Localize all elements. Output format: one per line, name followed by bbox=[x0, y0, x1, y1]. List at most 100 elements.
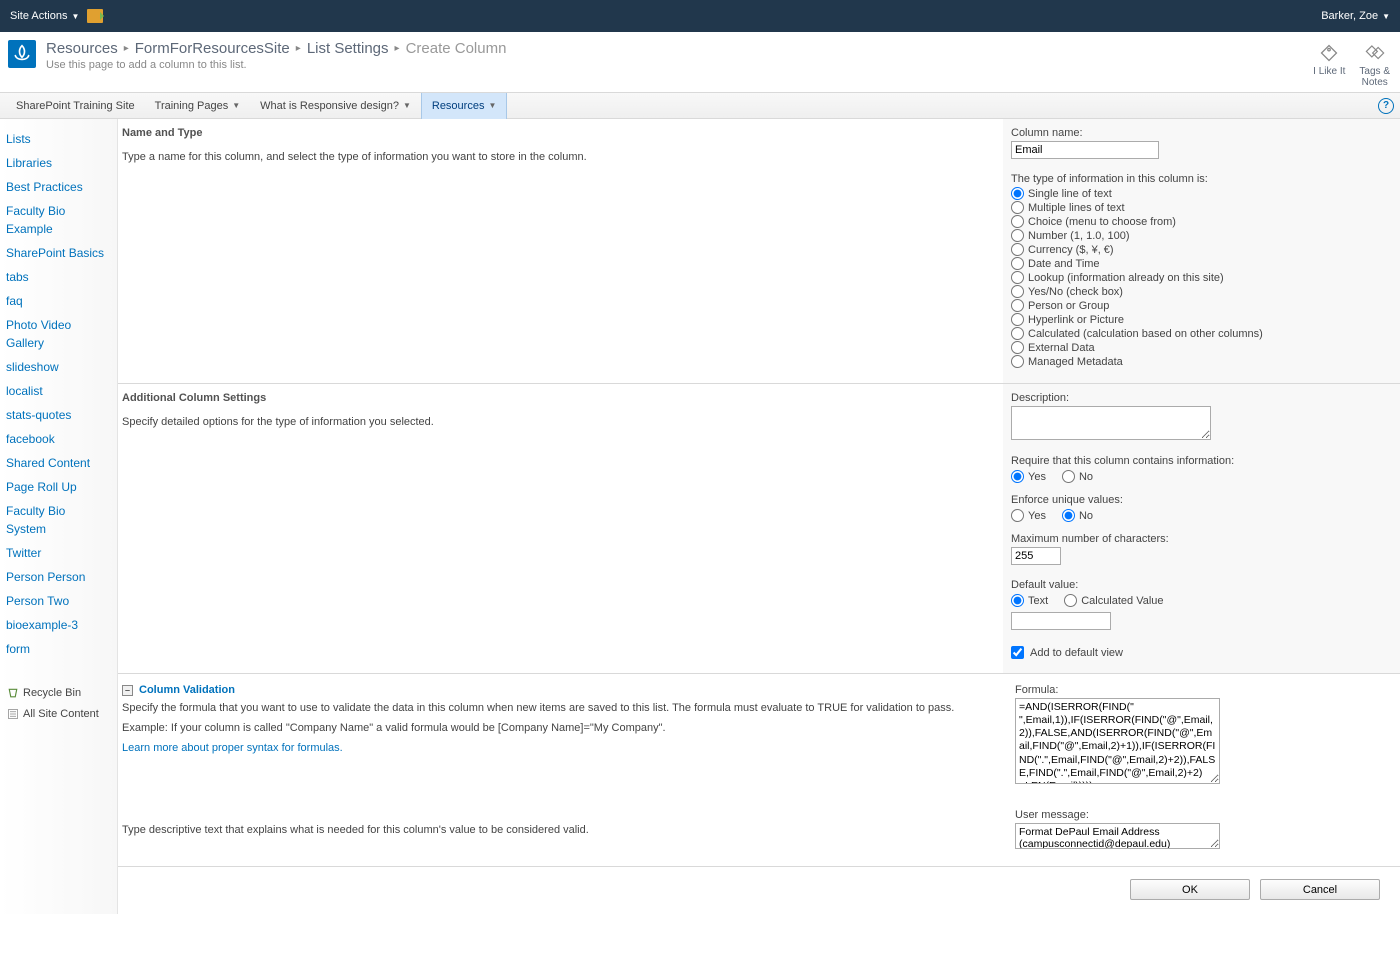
topnav-item[interactable]: SharePoint Training Site bbox=[6, 93, 145, 119]
column-validation-toggle[interactable]: – Column Validation bbox=[122, 684, 997, 696]
recycle-bin-icon bbox=[6, 687, 19, 700]
site-actions-menu[interactable]: Site Actions ▼ bbox=[10, 10, 79, 22]
column-type-option[interactable]: Single line of text bbox=[1011, 187, 1390, 200]
syntax-help-link[interactable]: Learn more about proper syntax for formu… bbox=[122, 742, 343, 754]
leftnav-item[interactable]: SharePoint Basics bbox=[6, 241, 107, 265]
leftnav-item[interactable]: Page Roll Up bbox=[6, 475, 107, 499]
topnav-item[interactable]: Training Pages▼ bbox=[145, 93, 251, 119]
max-chars-label: Maximum number of characters: bbox=[1011, 533, 1390, 545]
unique-yes-option[interactable]: Yes bbox=[1011, 509, 1046, 522]
section-desc: Specify detailed options for the type of… bbox=[122, 416, 993, 428]
default-calc-option[interactable]: Calculated Value bbox=[1064, 594, 1163, 607]
page-description: Use this page to add a column to this li… bbox=[46, 59, 1313, 71]
leftnav-item[interactable]: facebook bbox=[6, 427, 107, 451]
i-like-it-button[interactable]: I Like It bbox=[1313, 42, 1345, 88]
chevron-right-icon: ▸ bbox=[296, 43, 301, 54]
max-chars-input[interactable] bbox=[1011, 547, 1061, 565]
column-type-option[interactable]: Managed Metadata bbox=[1011, 355, 1390, 368]
user-menu[interactable]: Barker, Zoe ▼ bbox=[1321, 10, 1390, 22]
leftnav-item[interactable]: Best Practices bbox=[6, 175, 107, 199]
topnav-item-active[interactable]: Resources▼ bbox=[421, 93, 508, 119]
help-icon[interactable]: ? bbox=[1378, 98, 1394, 114]
validation-desc: Specify the formula that you want to use… bbox=[122, 702, 997, 714]
formula-label: Formula: bbox=[1015, 684, 1380, 696]
validation-example: Example: If your column is called "Compa… bbox=[122, 722, 997, 734]
tag-icon bbox=[1313, 42, 1345, 64]
user-message-label: User message: bbox=[1015, 809, 1380, 821]
recycle-bin-link[interactable]: Recycle Bin bbox=[6, 683, 107, 704]
ribbon-label: I Like It bbox=[1313, 66, 1345, 77]
leftnav-item[interactable]: Faculty Bio Example bbox=[6, 199, 107, 241]
leftnav-item[interactable]: Photo Video Gallery bbox=[6, 313, 107, 355]
column-name-label: Column name: bbox=[1011, 127, 1390, 139]
user-message-desc: Type descriptive text that explains what… bbox=[122, 824, 997, 836]
breadcrumb: Resources ▸ FormForResourcesSite ▸ List … bbox=[46, 40, 1313, 71]
breadcrumb-link[interactable]: Resources bbox=[46, 40, 118, 57]
leftnav-item[interactable]: Person Person bbox=[6, 565, 107, 589]
tags-notes-button[interactable]: Tags &Notes bbox=[1359, 42, 1390, 88]
leftnav-item[interactable]: Libraries bbox=[6, 151, 107, 175]
add-default-view-checkbox[interactable]: Add to default view bbox=[1011, 646, 1390, 659]
leftnav-item[interactable]: tabs bbox=[6, 265, 107, 289]
leftnav-item[interactable]: Lists bbox=[6, 127, 107, 151]
site-logo-icon bbox=[8, 40, 36, 68]
default-value-input[interactable] bbox=[1011, 612, 1111, 630]
description-label: Description: bbox=[1011, 392, 1390, 404]
navigate-up-icon[interactable] bbox=[87, 9, 103, 23]
require-label: Require that this column contains inform… bbox=[1011, 455, 1390, 467]
column-type-label: The type of information in this column i… bbox=[1011, 173, 1390, 185]
leftnav-item[interactable]: localist bbox=[6, 379, 107, 403]
leftnav-item[interactable]: slideshow bbox=[6, 355, 107, 379]
default-value-label: Default value: bbox=[1011, 579, 1390, 591]
column-type-option[interactable]: Number (1, 1.0, 100) bbox=[1011, 229, 1390, 242]
leftnav-item[interactable]: stats-quotes bbox=[6, 403, 107, 427]
breadcrumb-link[interactable]: FormForResourcesSite bbox=[135, 40, 290, 57]
leftnav-item[interactable]: Person Two bbox=[6, 589, 107, 613]
default-text-option[interactable]: Text bbox=[1011, 594, 1048, 607]
column-name-input[interactable] bbox=[1011, 141, 1159, 159]
column-type-option[interactable]: Person or Group bbox=[1011, 299, 1390, 312]
section-title-additional: Additional Column Settings bbox=[122, 392, 993, 404]
column-type-option[interactable]: Yes/No (check box) bbox=[1011, 285, 1390, 298]
leftnav-item[interactable]: Faculty Bio System bbox=[6, 499, 107, 541]
column-type-option[interactable]: Currency ($, ¥, €) bbox=[1011, 243, 1390, 256]
require-yes-option[interactable]: Yes bbox=[1011, 470, 1046, 483]
leftnav-item[interactable]: faq bbox=[6, 289, 107, 313]
site-actions-label: Site Actions bbox=[10, 10, 67, 22]
cancel-button[interactable]: Cancel bbox=[1260, 879, 1380, 900]
column-type-option[interactable]: Calculated (calculation based on other c… bbox=[1011, 327, 1390, 340]
list-icon bbox=[6, 707, 19, 720]
column-type-option[interactable]: Multiple lines of text bbox=[1011, 201, 1390, 214]
caret-down-icon: ▼ bbox=[403, 101, 411, 110]
left-navigation: Lists Libraries Best Practices Faculty B… bbox=[0, 119, 118, 914]
breadcrumb-link[interactable]: List Settings bbox=[307, 40, 389, 57]
user-name-label: Barker, Zoe bbox=[1321, 10, 1378, 22]
column-type-option[interactable]: Lookup (information already on this site… bbox=[1011, 271, 1390, 284]
column-type-option[interactable]: Choice (menu to choose from) bbox=[1011, 215, 1390, 228]
collapse-icon: – bbox=[122, 685, 133, 696]
caret-down-icon: ▼ bbox=[232, 101, 240, 110]
section-desc: Type a name for this column, and select … bbox=[122, 151, 993, 163]
caret-down-icon: ▼ bbox=[488, 101, 496, 110]
topnav-item[interactable]: What is Responsive design?▼ bbox=[250, 93, 421, 119]
ok-button[interactable]: OK bbox=[1130, 879, 1250, 900]
column-type-option[interactable]: Hyperlink or Picture bbox=[1011, 313, 1390, 326]
description-textarea[interactable] bbox=[1011, 406, 1211, 440]
leftnav-item[interactable]: form bbox=[6, 637, 107, 661]
require-no-option[interactable]: No bbox=[1062, 470, 1093, 483]
section-title-name-type: Name and Type bbox=[122, 127, 993, 139]
leftnav-item[interactable]: Twitter bbox=[6, 541, 107, 565]
leftnav-item[interactable]: Shared Content bbox=[6, 451, 107, 475]
caret-down-icon: ▼ bbox=[71, 12, 79, 21]
formula-textarea[interactable] bbox=[1015, 698, 1220, 784]
all-site-content-link[interactable]: All Site Content bbox=[6, 704, 107, 725]
column-type-option[interactable]: External Data bbox=[1011, 341, 1390, 354]
unique-no-option[interactable]: No bbox=[1062, 509, 1093, 522]
column-type-option[interactable]: Date and Time bbox=[1011, 257, 1390, 270]
tags-icon bbox=[1359, 42, 1390, 64]
top-navigation: SharePoint Training Site Training Pages▼… bbox=[0, 93, 1400, 119]
user-message-textarea[interactable] bbox=[1015, 823, 1220, 849]
leftnav-item[interactable]: bioexample-3 bbox=[6, 613, 107, 637]
chevron-right-icon: ▸ bbox=[395, 43, 400, 54]
ribbon-label: Tags &Notes bbox=[1359, 66, 1390, 88]
